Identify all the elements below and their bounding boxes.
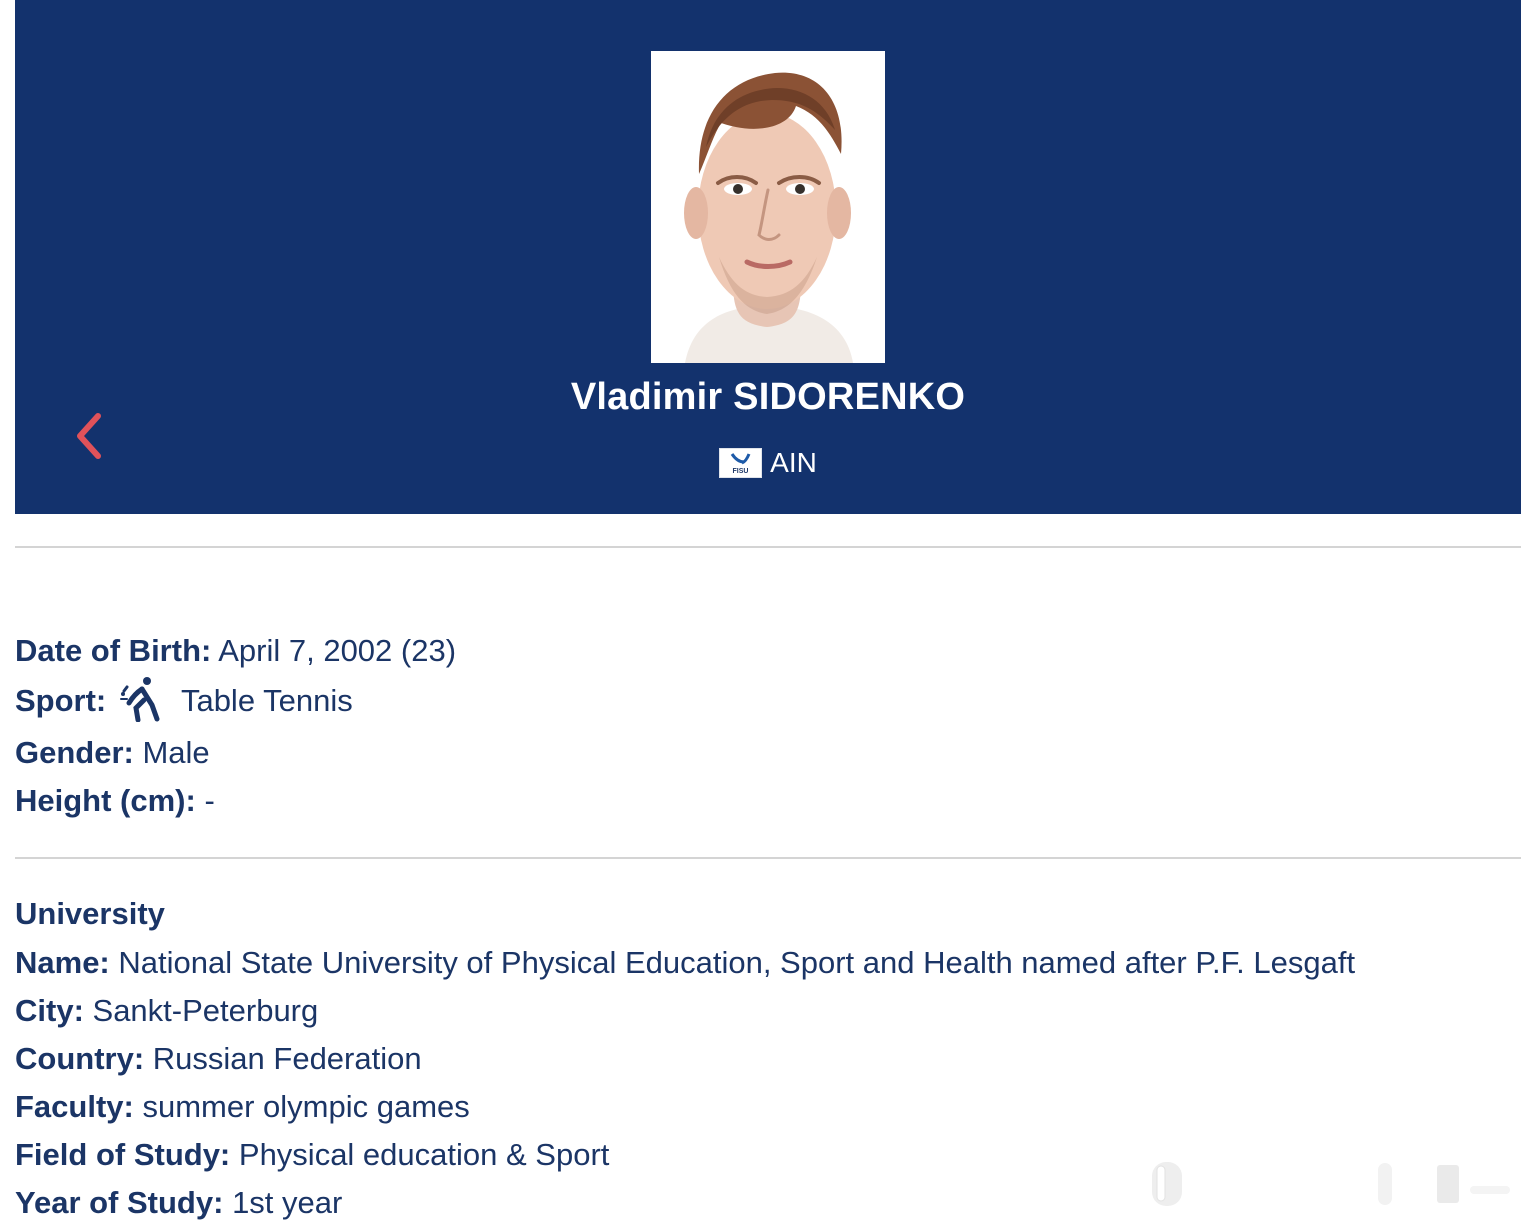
date-of-birth-value: April 7, 2002 (23)	[218, 633, 457, 668]
faculty-value: summer olympic games	[142, 1089, 470, 1124]
athlete-profile-page: Vladimir SIDORENKO FISU AIN Date of Birt…	[0, 0, 1536, 1225]
university-divider	[15, 857, 1521, 859]
height-row: Height (cm): -	[15, 783, 215, 819]
city-value: Sankt-Peterburg	[92, 993, 319, 1028]
date-of-birth-row: Date of Birth: April 7, 2002 (23)	[15, 633, 456, 669]
athlete-photo	[651, 51, 885, 363]
sport-row: Sport: Table Tennis	[15, 676, 353, 723]
field-of-study-label: Field of Study:	[15, 1137, 231, 1172]
year-of-study-label: Year of Study:	[15, 1185, 224, 1220]
university-title: University	[15, 896, 165, 931]
date-of-birth-label: Date of Birth:	[15, 633, 212, 668]
gender-row: Gender: Male	[15, 735, 210, 771]
header-divider	[15, 546, 1521, 548]
university-name-row: Name: National State University of Physi…	[15, 945, 1355, 981]
field-of-study-row: Field of Study: Physical education & Spo…	[15, 1137, 609, 1173]
country-value: Russian Federation	[152, 1041, 422, 1076]
year-of-study-value: 1st year	[232, 1185, 343, 1220]
university-name-label: Name:	[15, 945, 110, 980]
country-row: Country: Russian Federation	[15, 1041, 422, 1077]
university-name-value: National State University of Physical Ed…	[118, 945, 1356, 980]
faculty-row: Faculty: summer olympic games	[15, 1089, 470, 1125]
city-label: City:	[15, 993, 84, 1028]
year-of-study-row: Year of Study: 1st year	[15, 1185, 342, 1221]
svg-text:FISU: FISU	[733, 468, 749, 475]
table-tennis-icon	[119, 676, 165, 723]
fisu-flag-icon: FISU	[719, 448, 763, 478]
country-code: AIN	[770, 447, 817, 478]
country-label: Country:	[15, 1041, 145, 1076]
field-of-study-value: Physical education & Sport	[238, 1137, 610, 1172]
gender-label: Gender:	[15, 735, 134, 770]
country-row: FISU AIN	[15, 448, 1521, 478]
city-row: City: Sankt-Peterburg	[15, 993, 318, 1029]
faculty-label: Faculty:	[15, 1089, 134, 1124]
athlete-name: Vladimir SIDORENKO	[570, 376, 966, 418]
height-label: Height (cm):	[15, 783, 196, 818]
scroll-indicators	[1140, 1158, 1526, 1210]
athlete-header: Vladimir SIDORENKO FISU AIN	[15, 0, 1521, 514]
height-value: -	[204, 783, 215, 818]
sport-value: Table Tennis	[180, 683, 353, 718]
sport-label: Sport:	[15, 683, 107, 718]
gender-value: Male	[142, 735, 210, 770]
